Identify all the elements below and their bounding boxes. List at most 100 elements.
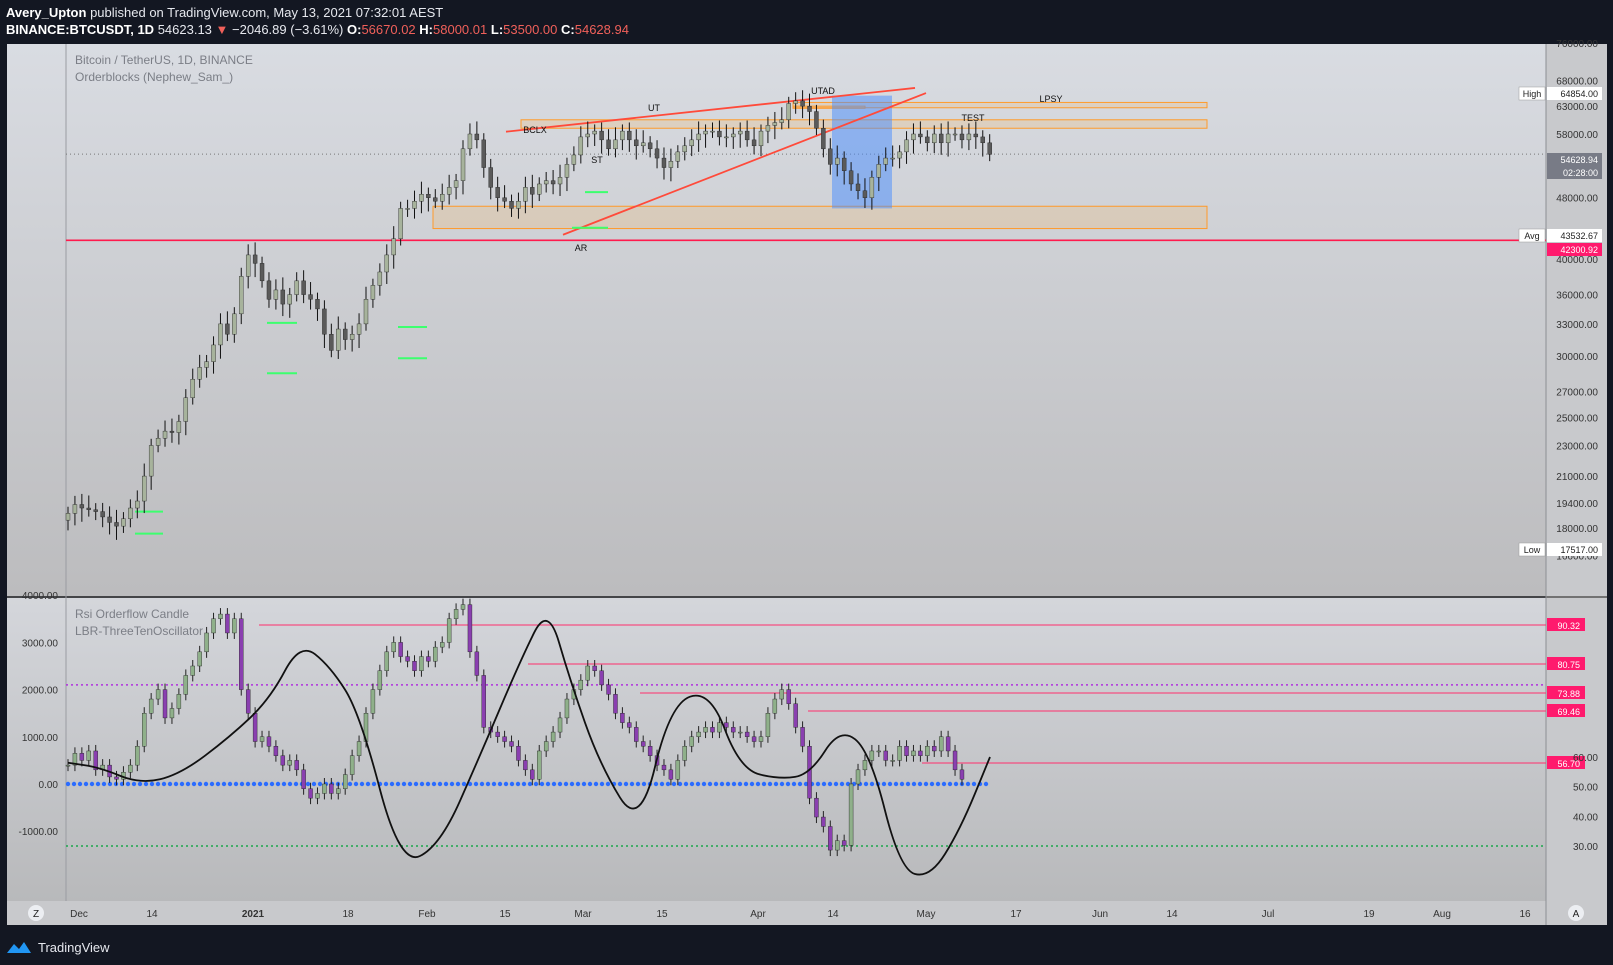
level-tag-label: Avg <box>1524 231 1539 241</box>
zero-dot <box>83 781 89 787</box>
osc-candle-body <box>266 736 272 747</box>
osc-candle-body <box>717 722 722 733</box>
osc-candle-body <box>329 783 334 794</box>
osc-left-tick: 4000.00 <box>22 591 59 602</box>
osc-candle-body <box>543 741 549 752</box>
candle-body <box>86 507 91 510</box>
osc-candle-body <box>467 604 473 653</box>
candle-body <box>336 328 341 351</box>
price-tick: 21000.00 <box>1556 472 1598 483</box>
zero-dot <box>935 781 941 787</box>
osc-candle-body <box>433 646 438 662</box>
zero-dot <box>155 781 161 787</box>
candle-body <box>682 145 687 153</box>
price-tick: 18000.00 <box>1556 524 1598 535</box>
zero-dot <box>761 781 767 787</box>
zero-dot <box>827 781 833 787</box>
zero-dot <box>143 781 149 787</box>
zero-dot <box>707 781 713 787</box>
time-tick: 14 <box>1166 909 1178 920</box>
zero-dot <box>251 781 257 787</box>
osc-candle-body <box>897 746 902 761</box>
candle-body <box>530 187 535 195</box>
candle-body <box>252 254 258 264</box>
candle-body <box>453 180 459 188</box>
candle-body <box>245 254 251 277</box>
osc-candle-body <box>86 750 91 761</box>
candle-body <box>370 285 376 300</box>
zero-dot <box>275 781 281 787</box>
zero-dot <box>893 781 899 787</box>
osc-candle-body <box>460 604 466 610</box>
candle-body <box>869 177 875 198</box>
osc-candle-body <box>426 656 431 662</box>
candle-body <box>446 187 452 195</box>
osc-level-value: 80.75 <box>1557 660 1580 670</box>
zero-dot <box>593 781 599 787</box>
candle-body <box>585 133 590 138</box>
chart-canvas[interactable]: 4000.00 3000.00 2000.00 1000.00 0.00 -1000.00… <box>0 0 1613 965</box>
zero-dot <box>167 781 173 787</box>
zero-dot <box>203 781 209 787</box>
osc-candle-body <box>239 618 244 690</box>
zero-dot <box>431 781 437 787</box>
candle-body <box>876 164 882 178</box>
zero-dot <box>221 781 227 787</box>
osc-candle-body <box>287 760 292 766</box>
candle-body <box>550 180 556 185</box>
candle-body <box>474 133 480 141</box>
osc-candle-body <box>661 764 667 771</box>
zero-dot <box>287 781 293 787</box>
zero-dot <box>653 781 659 787</box>
candle-body <box>786 103 791 120</box>
osc-candle-body <box>876 750 882 753</box>
zero-dot <box>371 781 377 787</box>
osc-candle-body <box>169 708 175 719</box>
osc-candle-body <box>176 694 182 709</box>
zero-dot <box>713 781 719 787</box>
candle-body <box>481 139 486 168</box>
zero-dot <box>833 781 839 787</box>
osc-left-tick: 3000.00 <box>22 638 59 649</box>
annotation-label: LPSY <box>1039 94 1062 104</box>
time-tick: Feb <box>418 909 436 920</box>
osc-candle-body <box>245 689 251 714</box>
annotation-label: BCLX <box>523 125 547 135</box>
zero-dot <box>971 781 977 787</box>
candle-body <box>689 139 694 147</box>
candle-body <box>952 133 958 136</box>
candle-body <box>966 133 972 141</box>
osc-candle-body <box>807 746 812 799</box>
zero-dot <box>905 781 911 787</box>
osc-candle-body <box>938 736 944 752</box>
zero-dot <box>71 781 77 787</box>
zero-dot <box>305 781 311 787</box>
footer-brand[interactable]: TradingView <box>38 940 110 955</box>
zero-dot <box>695 781 701 787</box>
zero-dot <box>263 781 269 787</box>
candle-body <box>440 194 445 202</box>
zero-dot <box>671 781 677 787</box>
osc-candle-body <box>675 760 681 780</box>
zero-dot <box>797 781 803 787</box>
candle-body <box>502 197 507 202</box>
candle-body <box>835 157 840 165</box>
zero-dot <box>941 781 947 787</box>
candle-body <box>696 133 701 141</box>
candle-body <box>599 130 604 141</box>
osc-right-tick: 40.00 <box>1573 812 1598 823</box>
osc-candle-body <box>398 642 403 657</box>
candle-body <box>980 136 985 144</box>
zero-dot <box>209 781 215 787</box>
osc-candle-body <box>190 665 195 676</box>
candle-body <box>613 139 618 150</box>
zero-dot <box>881 781 887 787</box>
zero-dot <box>731 781 737 787</box>
osc-candle-body <box>731 727 736 733</box>
osc-candle-body <box>578 679 584 690</box>
zero-dot <box>599 781 605 787</box>
zero-dot <box>461 781 467 787</box>
candle-body <box>710 130 715 133</box>
candle-body <box>405 208 410 210</box>
osc-candle-body <box>959 769 965 780</box>
